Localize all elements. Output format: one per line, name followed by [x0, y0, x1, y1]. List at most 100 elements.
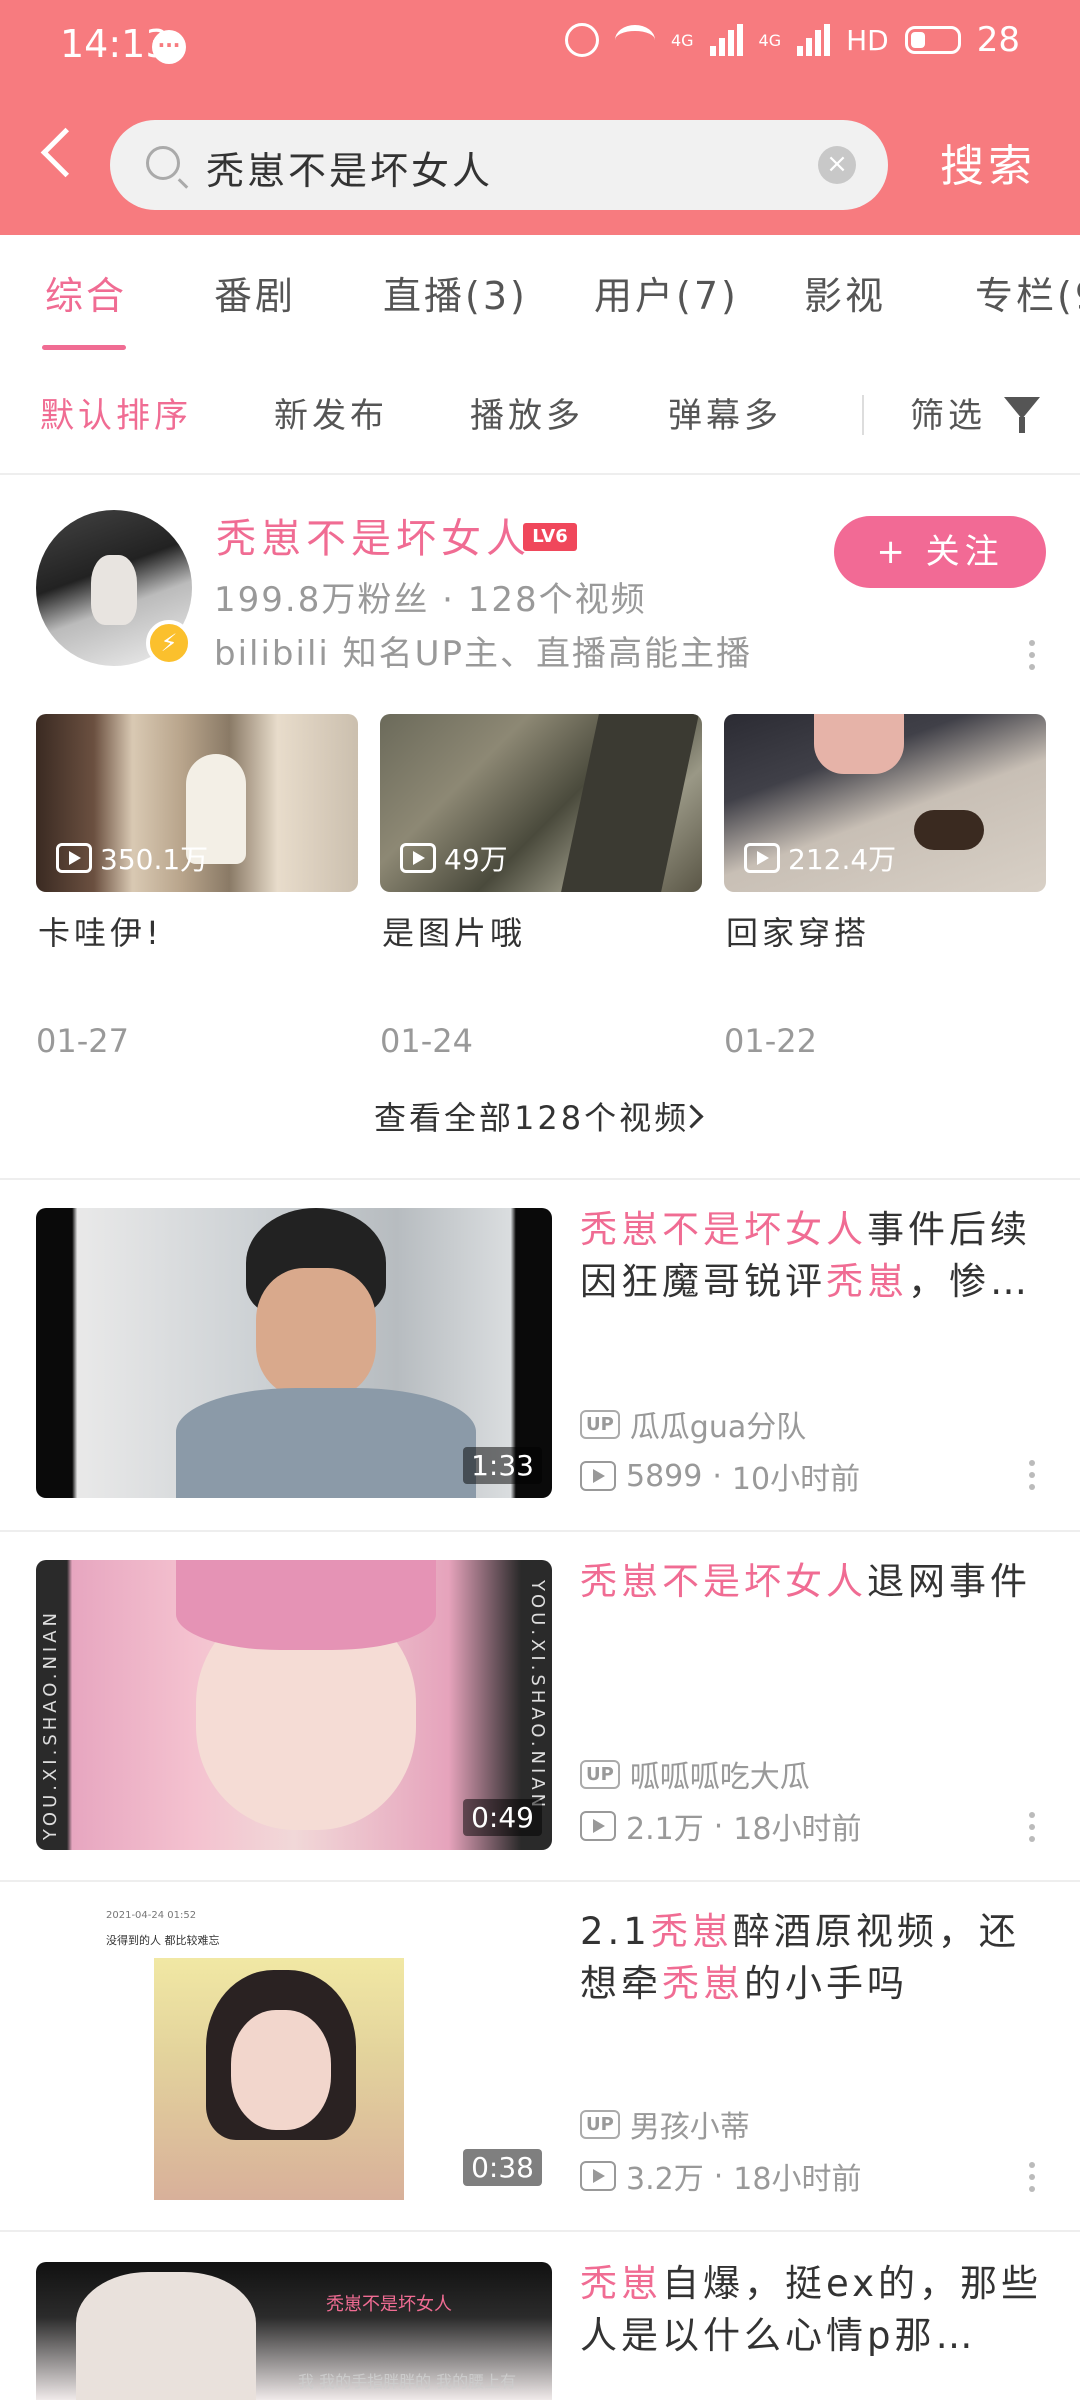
result-title[interactable]: 2.1秃崽醉酒原视频，还想牵秃崽的小手吗	[580, 1906, 1050, 2010]
side-caption: YOU.XI.SHAO.NIAN	[527, 1580, 548, 1812]
filter-icon[interactable]	[1004, 397, 1040, 433]
uploader-name[interactable]: 男孩小蒂	[630, 2102, 750, 2146]
play-count: 5899	[626, 1458, 703, 1494]
follow-button[interactable]: + 关注	[834, 516, 1046, 588]
signal-icon	[709, 24, 743, 56]
divider	[0, 1178, 1080, 1180]
play-count: 2.1万	[626, 1812, 704, 1847]
tab-all[interactable]: 综合	[45, 265, 127, 320]
dot-separator: ·	[712, 1458, 722, 1494]
search-icon	[146, 146, 180, 180]
message-icon: ···	[152, 30, 186, 64]
user-video-date: 01-24	[380, 1022, 473, 1060]
user-video-date: 01-22	[724, 1022, 817, 1060]
result-meta: 2.1万 · 18小时前	[580, 1804, 861, 1848]
result-thumb[interactable]: 2021-04-24 01:52 没得到的人 都比较难忘 0:38	[36, 1910, 552, 2200]
net-label-1: 4G	[670, 30, 694, 50]
uploader-name[interactable]: 瓜瓜gua分队	[630, 1402, 806, 1446]
tab-users[interactable]: 用户(7)	[594, 265, 739, 320]
clear-icon[interactable]: ×	[818, 146, 856, 184]
title-highlight: 秃崽不是坏女人	[580, 1560, 867, 1603]
tab-film[interactable]: 影视	[804, 265, 886, 320]
dot-separator: ·	[713, 2158, 724, 2194]
user-video-thumb[interactable]: 212.4万	[724, 714, 1046, 892]
play-count: 49万	[400, 838, 508, 878]
play-count-value: 49万	[444, 843, 508, 876]
back-icon[interactable]	[40, 127, 91, 178]
up-badge-icon: UP	[580, 1759, 620, 1789]
result-title[interactable]: 秃崽自爆，挺ex的，那些人是以什么心情p那…	[580, 2258, 1050, 2362]
more-icon[interactable]	[1029, 640, 1037, 674]
play-count-value: 350.1万	[100, 843, 209, 876]
more-icon[interactable]	[1029, 1812, 1037, 1846]
active-tab-indicator	[42, 345, 126, 350]
tab-live[interactable]: 直播(3)	[383, 265, 528, 320]
sort-most-played[interactable]: 播放多	[470, 388, 584, 437]
sort-newest[interactable]: 新发布	[274, 388, 388, 437]
result-meta: 5899 · 10小时前	[580, 1454, 860, 1498]
signal-icon-2	[797, 24, 831, 56]
battery-icon	[904, 26, 961, 54]
user-video-date: 01-27	[36, 1022, 129, 1060]
result-title[interactable]: 秃崽不是坏女人退网事件	[580, 1556, 1050, 1608]
result-thumb[interactable]: 秃崽不是坏女人 我 我的手指胖胖的 我的腰上有	[36, 2262, 552, 2400]
result-thumb[interactable]: YOU.XI.SHAO.NIAN YOU.XI.SHAO.NIAN 0:49	[36, 1560, 552, 1850]
search-query[interactable]: 秃崽不是坏女人	[206, 140, 493, 195]
search-input[interactable]: 秃崽不是坏女人 ×	[110, 120, 888, 210]
play-count: 212.4万	[744, 838, 896, 878]
play-icon	[56, 843, 92, 873]
title-text: ，惨…	[908, 1260, 1031, 1303]
filter-button[interactable]: 筛选	[910, 388, 986, 437]
sort-default[interactable]: 默认排序	[40, 388, 192, 437]
view-all-videos-link[interactable]: 查看全部128个视频	[374, 1093, 689, 1139]
result-meta: 3.2万 · 18小时前	[580, 2154, 861, 2198]
more-icon[interactable]	[1029, 2162, 1037, 2196]
status-bar: 14:13 ··· 4G 4G HD 28	[60, 20, 1020, 70]
net-label-2: 4G	[758, 30, 782, 50]
more-icon[interactable]	[1029, 1460, 1037, 1494]
tab-column[interactable]: 专栏(9	[975, 265, 1080, 320]
thumb-caption: 没得到的人 都比较难忘	[106, 1934, 220, 1947]
divider	[0, 1530, 1080, 1532]
duration: 0:38	[463, 2149, 542, 2186]
side-caption: YOU.XI.SHAO.NIAN	[40, 1608, 61, 1840]
sort-most-danmaku[interactable]: 弹幕多	[668, 388, 782, 437]
play-count: 350.1万	[56, 838, 208, 878]
user-video-thumb[interactable]: 49万	[380, 714, 702, 892]
battery-level: 28	[976, 20, 1020, 60]
user-video-title[interactable]: 回家穿搭	[726, 908, 870, 954]
divider	[862, 395, 864, 435]
thumb-name: 秃崽不是坏女人	[326, 2294, 452, 2315]
divider	[0, 1880, 1080, 1882]
user-video-thumb[interactable]: 350.1万	[36, 714, 358, 892]
user-video-title[interactable]: 卡哇伊!	[38, 908, 163, 954]
dot-separator: ·	[713, 1808, 724, 1844]
uploader[interactable]: UP 呱呱呱吃大瓜	[580, 1752, 810, 1796]
tab-bangumi[interactable]: 番剧	[214, 265, 296, 320]
publish-time: 18小时前	[733, 1812, 862, 1847]
title-highlight: 秃崽	[826, 1260, 908, 1303]
search-button[interactable]: 搜索	[940, 130, 1036, 194]
result-thumb[interactable]: 1:33	[36, 1208, 552, 1498]
divider	[0, 2230, 1080, 2232]
play-count: 3.2万	[626, 2162, 704, 2197]
publish-time: 18小时前	[733, 2162, 862, 2197]
result-tabs: 综合 番剧 直播(3) 用户(7) 影视 专栏(9	[0, 235, 1080, 355]
result-title[interactable]: 秃崽不是坏女人事件后续因狂魔哥锐评秃崽，惨…	[580, 1204, 1050, 1308]
play-icon	[580, 1461, 616, 1491]
title-highlight: 秃崽不是坏女人	[580, 1208, 867, 1251]
user-name[interactable]: 秃崽不是坏女人	[216, 506, 531, 564]
sort-bar: 默认排序 新发布 播放多 弹幕多 筛选	[0, 355, 1080, 475]
user-video-title[interactable]: 是图片哦	[382, 908, 526, 954]
title-highlight: 秃崽	[650, 1910, 733, 1953]
title-text: 的小手吗	[744, 1962, 908, 2005]
uploader-name[interactable]: 呱呱呱吃大瓜	[630, 1752, 810, 1796]
title-text: 退网事件	[867, 1560, 1031, 1603]
uploader[interactable]: UP 男孩小蒂	[580, 2102, 750, 2146]
play-count-value: 212.4万	[788, 843, 897, 876]
status-icons: 4G 4G HD 28	[564, 20, 1020, 60]
uploader[interactable]: UP 瓜瓜gua分队	[580, 1402, 806, 1446]
user-description: bilibili 知名UP主、直播高能主播	[214, 634, 753, 674]
hd-label: HD	[846, 23, 889, 57]
duration: 1:33	[463, 1447, 542, 1484]
